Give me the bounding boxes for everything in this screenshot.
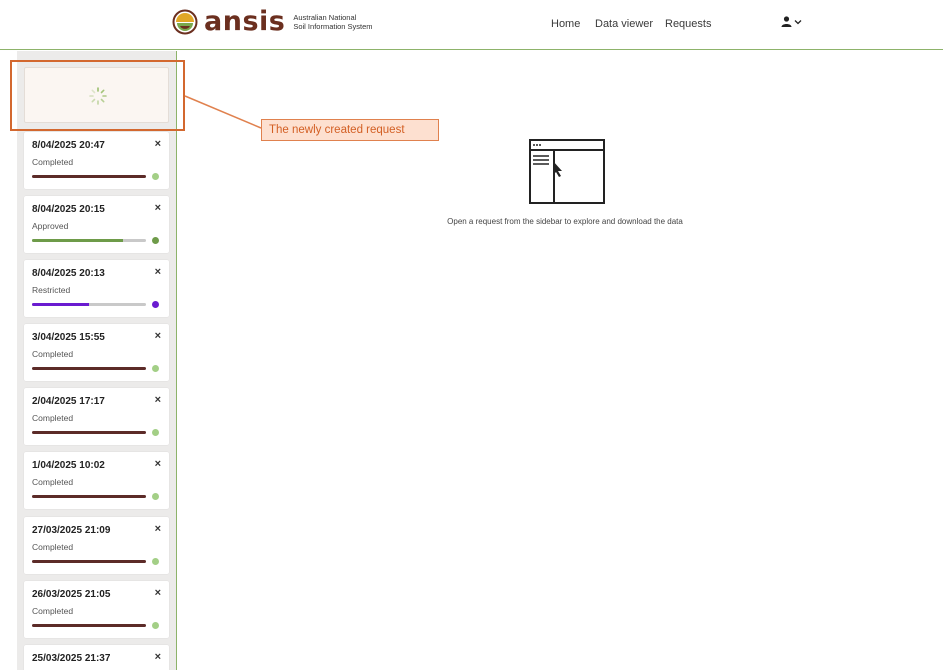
close-icon[interactable]: ×	[155, 458, 161, 470]
status-dot	[152, 237, 159, 244]
request-progress-bar	[32, 239, 146, 242]
logo-subtitle-line2: Soil Information System	[293, 22, 373, 31]
request-progress-bar	[32, 303, 146, 306]
request-status: Approved	[32, 221, 69, 231]
status-dot	[152, 429, 159, 436]
top-header: ansis Australian National Soil Informati…	[0, 0, 943, 50]
close-icon[interactable]: ×	[155, 394, 161, 406]
request-date: 26/03/2025 21:05	[32, 589, 111, 600]
request-date: 8/04/2025 20:13	[32, 268, 105, 279]
close-icon[interactable]: ×	[155, 202, 161, 214]
request-date: 25/03/2025 21:37	[32, 653, 111, 664]
request-progress-fill	[32, 495, 146, 498]
logo-subtitle: Australian National Soil Information Sys…	[293, 13, 372, 31]
request-progress-fill	[32, 303, 89, 306]
request-card[interactable]: 8/04/2025 20:47 × Completed	[24, 132, 169, 189]
request-date: 8/04/2025 20:47	[32, 140, 105, 151]
request-card[interactable]: 8/04/2025 20:15 × Approved	[24, 196, 169, 253]
request-card[interactable]: 27/03/2025 21:09 × Completed	[24, 517, 169, 574]
request-status: Restricted	[32, 285, 71, 295]
request-progress-fill	[32, 175, 146, 178]
logo-subtitle-line1: Australian National	[293, 13, 357, 22]
request-status: Completed	[32, 157, 74, 167]
close-icon[interactable]: ×	[155, 587, 161, 599]
requests-sidebar: 8/04/2025 20:47 × Completed 8/04/2025 20:15…	[17, 51, 177, 670]
request-progress-bar	[32, 624, 146, 627]
status-dot	[152, 173, 159, 180]
close-icon[interactable]: ×	[155, 266, 161, 278]
status-dot	[152, 558, 159, 565]
request-progress-bar	[32, 175, 146, 178]
request-progress-fill	[32, 367, 146, 370]
request-progress-bar	[32, 560, 146, 563]
request-card[interactable]: 2/04/2025 17:17 × Completed	[24, 388, 169, 445]
close-icon[interactable]: ×	[155, 330, 161, 342]
window-pointer-icon	[529, 139, 605, 204]
close-icon[interactable]: ×	[155, 523, 161, 535]
request-status: Completed	[32, 349, 74, 359]
ansis-logo[interactable]: ansis Australian National Soil Informati…	[172, 6, 373, 37]
request-status: Completed	[32, 413, 74, 423]
request-status: Completed	[32, 542, 74, 552]
request-date: 2/04/2025 17:17	[32, 396, 105, 407]
nav-home[interactable]: Home	[551, 18, 580, 30]
request-progress-fill	[32, 560, 146, 563]
close-icon[interactable]: ×	[155, 651, 161, 663]
chevron-down-icon	[794, 19, 802, 24]
nav-data-viewer[interactable]: Data viewer	[595, 18, 653, 30]
logo-wordmark: ansis	[204, 6, 286, 37]
request-progress-bar	[32, 431, 146, 434]
status-dot	[152, 301, 159, 308]
status-dot	[152, 493, 159, 500]
app: ansis Australian National Soil Informati…	[0, 0, 943, 670]
request-card[interactable]: 26/03/2025 21:05 × Completed	[24, 581, 169, 638]
status-dot	[152, 622, 159, 629]
request-progress-bar	[32, 367, 146, 370]
status-dot	[152, 365, 159, 372]
request-progress-fill	[32, 624, 146, 627]
request-status: Completed	[32, 477, 74, 487]
callout-label: The newly created request	[261, 119, 439, 141]
request-date: 8/04/2025 20:15	[32, 204, 105, 215]
request-card[interactable]: 8/04/2025 20:13 × Restricted	[24, 260, 169, 317]
highlight-box	[10, 60, 185, 131]
empty-state-message: Open a request from the sidebar to explo…	[447, 217, 683, 226]
request-card[interactable]: 25/03/2025 21:37 ×	[24, 645, 169, 670]
request-card[interactable]: 1/04/2025 10:02 × Completed	[24, 452, 169, 509]
request-date: 1/04/2025 10:02	[32, 460, 105, 471]
request-date: 3/04/2025 15:55	[32, 332, 105, 343]
request-status: Completed	[32, 606, 74, 616]
close-icon[interactable]: ×	[155, 138, 161, 150]
logo-mark-icon	[172, 9, 198, 35]
request-card[interactable]: 3/04/2025 15:55 × Completed	[24, 324, 169, 381]
request-date: 27/03/2025 21:09	[32, 525, 111, 536]
user-menu[interactable]	[781, 16, 802, 27]
nav-requests[interactable]: Requests	[665, 18, 711, 30]
request-progress-bar	[32, 495, 146, 498]
request-progress-fill	[32, 239, 124, 242]
request-progress-fill	[32, 431, 146, 434]
user-icon	[781, 16, 792, 27]
